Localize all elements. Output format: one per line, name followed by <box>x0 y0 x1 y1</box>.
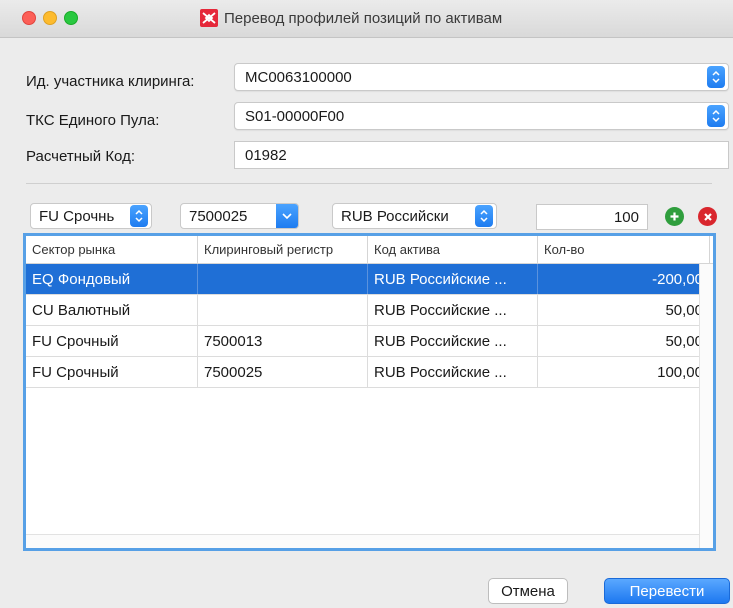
tks-select[interactable]: S01-00000F00 <box>234 102 729 130</box>
cell-quantity: -200,00 <box>538 264 710 294</box>
cell-sector: EQ Фондовый <box>26 264 198 294</box>
positions-table[interactable]: Сектор рынка Клиринговый регистр Код акт… <box>23 233 716 551</box>
settlement-code-label: Расчетный Код: <box>26 148 135 165</box>
minimize-window-button[interactable] <box>43 11 57 25</box>
participant-label: Ид. участника клиринга: <box>26 73 195 90</box>
cell-asset: RUB Российские ... <box>368 326 538 356</box>
sector-value: FU Срочнь <box>39 207 115 225</box>
tks-label: ТКС Единого Пула: <box>26 112 160 129</box>
up-down-chevron-icon <box>707 105 725 127</box>
up-down-chevron-icon <box>130 205 148 227</box>
tks-value: S01-00000F00 <box>245 107 345 125</box>
participant-value: MC0063100000 <box>245 68 352 86</box>
window-title: Перевод профилей позиций по активам <box>224 9 503 27</box>
horizontal-scrollbar[interactable] <box>26 534 699 548</box>
moex-logo-icon <box>200 9 218 27</box>
cell-asset: RUB Российские ... <box>368 357 538 387</box>
table-row[interactable]: FU Срочный 7500013 RUB Российские ... 50… <box>26 326 713 357</box>
cell-asset: RUB Российские ... <box>368 295 538 325</box>
up-down-chevron-icon <box>707 66 725 88</box>
table-row[interactable]: FU Срочный 7500025 RUB Российские ... 10… <box>26 357 713 388</box>
close-window-button[interactable] <box>22 11 36 25</box>
table-header: Сектор рынка Клиринговый регистр Код акт… <box>26 236 713 264</box>
cell-sector: FU Срочный <box>26 326 198 356</box>
transfer-button[interactable]: Перевести <box>604 578 730 604</box>
cell-quantity: 50,00 <box>538 326 710 356</box>
chevron-down-icon[interactable] <box>276 204 298 228</box>
cell-register: 7500025 <box>198 357 368 387</box>
table-row[interactable]: EQ Фондовый RUB Российские ... -200,00 <box>26 264 713 295</box>
x-circle-icon[interactable] <box>698 207 717 226</box>
cell-register <box>198 295 368 325</box>
up-down-chevron-icon <box>475 205 493 227</box>
zoom-window-button[interactable] <box>64 11 78 25</box>
table-row[interactable]: CU Валютный RUB Российские ... 50,00 <box>26 295 713 326</box>
column-header-register[interactable]: Клиринговый регистр <box>198 236 368 263</box>
separator <box>26 183 712 184</box>
sector-select[interactable]: FU Срочнь <box>30 203 152 229</box>
asset-value: RUB Российски <box>341 207 449 225</box>
vertical-scrollbar[interactable] <box>699 264 713 548</box>
title-bar: Перевод профилей позиций по активам <box>0 0 733 38</box>
column-header-sector[interactable]: Сектор рынка <box>26 236 198 263</box>
plus-circle-icon[interactable] <box>665 207 684 226</box>
participant-select[interactable]: MC0063100000 <box>234 63 729 91</box>
column-header-asset[interactable]: Код актива <box>368 236 538 263</box>
window-title-group: Перевод профилей позиций по активам <box>200 9 502 27</box>
register-combo[interactable]: 7500025 <box>180 203 299 229</box>
cell-sector: CU Валютный <box>26 295 198 325</box>
cell-register: 7500013 <box>198 326 368 356</box>
cancel-button[interactable]: Отмена <box>488 578 568 604</box>
cell-sector: FU Срочный <box>26 357 198 387</box>
settlement-code-field[interactable]: 01982 <box>234 141 729 169</box>
cell-register <box>198 264 368 294</box>
cell-quantity: 50,00 <box>538 295 710 325</box>
column-header-quantity[interactable]: Кол-во <box>538 236 710 263</box>
quantity-field[interactable]: 100 <box>536 204 648 230</box>
asset-select[interactable]: RUB Российски <box>332 203 497 229</box>
register-value: 7500025 <box>189 207 248 225</box>
cell-asset: RUB Российские ... <box>368 264 538 294</box>
cell-quantity: 100,00 <box>538 357 710 387</box>
